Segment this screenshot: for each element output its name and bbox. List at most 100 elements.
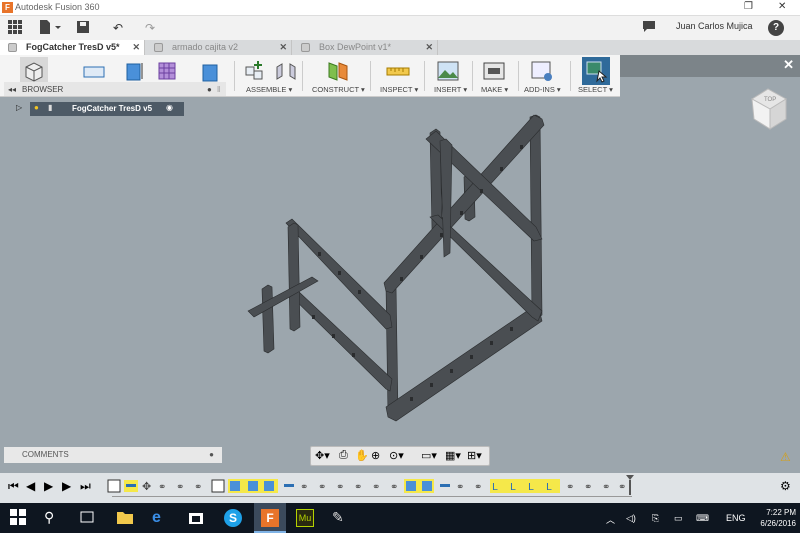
document-icon: [8, 43, 17, 52]
document-icon: [301, 43, 310, 52]
activate-component-icon[interactable]: ◉: [166, 103, 173, 112]
svg-text:L: L: [546, 482, 552, 493]
tray-overflow-icon[interactable]: ︿: [606, 513, 615, 526]
browser-panel-header[interactable]: ◂◂ BROWSER ● ‖: [4, 82, 226, 97]
pan-icon[interactable]: ✋: [355, 449, 369, 462]
comments-panel[interactable]: COMMENTS ●: [4, 447, 222, 463]
notifications-icon[interactable]: [642, 20, 656, 36]
browser-root-component[interactable]: ▷ ● ▮ FogCatcher TresD v5 ◉: [8, 102, 184, 116]
tab-armado-cajita[interactable]: armado cajita v2 ✕: [146, 40, 292, 55]
browser-label: BROWSER: [22, 85, 64, 94]
svg-text:⚭: ⚭: [584, 482, 592, 493]
svg-text:L: L: [528, 482, 534, 493]
input-language[interactable]: ENG: [726, 513, 746, 523]
tab-box-dewpoint[interactable]: Box DewPoint v1* ✕: [293, 40, 438, 55]
timeline-marker[interactable]: [626, 475, 634, 495]
browser-pin-icon[interactable]: ‖: [217, 82, 220, 97]
model-post-back-right[interactable]: [529, 114, 543, 320]
viewports-icon[interactable]: ⊞▾: [467, 449, 482, 462]
timeline-settings-gear-icon[interactable]: ⚙: [780, 479, 791, 493]
display-settings-icon[interactable]: ▭▾: [421, 449, 437, 462]
svg-text:⚭: ⚭: [158, 482, 166, 493]
volume-icon[interactable]: ◁): [626, 513, 636, 524]
save-icon[interactable]: [76, 20, 90, 36]
tab-fogcatcher[interactable]: FogCatcher TresD v5* ✕: [0, 40, 145, 55]
application-bar: ↶ ↷ Juan Carlos Mujica ?: [0, 16, 800, 40]
timeline-features[interactable]: ✥ ⚭ ⚭ ⚭ ⚭ ⚭ ⚭ ⚭ ⚭ ⚭ ⚭ ⚭ L L L L ⚭ ⚭ ⚭ ⚭: [104, 478, 634, 494]
taskbar-clock[interactable]: 7:22 PM 6/26/2016: [752, 507, 796, 529]
svg-text:⚭: ⚭: [372, 482, 380, 493]
close-panel-icon[interactable]: ✕: [783, 57, 794, 73]
add-comment-icon[interactable]: ●: [209, 447, 214, 463]
model-strut-inner[interactable]: [439, 138, 453, 258]
skype-icon[interactable]: S: [224, 509, 242, 527]
svg-text:⚭: ⚭: [336, 482, 344, 493]
model-post-far-left[interactable]: [261, 284, 275, 354]
step-back-icon[interactable]: ◀: [26, 479, 35, 493]
window-title-bar: F Autodesk Fusion 360 ❐ ✕: [0, 0, 800, 16]
grid-settings-icon[interactable]: ▦▾: [445, 449, 461, 462]
search-icon[interactable]: ⚲: [44, 509, 62, 527]
svg-text:L: L: [510, 482, 516, 493]
viewcube[interactable]: TOP: [751, 88, 787, 130]
taskbar-fusion-active[interactable]: F: [254, 503, 286, 533]
close-tab-icon[interactable]: ✕: [132, 40, 140, 55]
tab-label: FogCatcher TresD v5*: [26, 42, 120, 52]
file-explorer-icon[interactable]: [116, 509, 134, 527]
zoom-window-icon[interactable]: ⊕: [371, 449, 380, 462]
fit-icon[interactable]: ⊙▾: [389, 449, 404, 462]
model-geometry[interactable]: [247, 114, 545, 422]
redo-button[interactable]: ↷: [138, 20, 162, 36]
collapse-browser-icon[interactable]: ◂◂: [8, 82, 16, 97]
help-icon[interactable]: ?: [768, 20, 784, 36]
document-tabs: FogCatcher TresD v5* ✕ armado cajita v2 …: [0, 40, 800, 55]
store-icon[interactable]: [188, 509, 206, 527]
restore-window-button[interactable]: ❐: [744, 1, 753, 12]
component-name: FogCatcher TresD v5: [72, 104, 153, 113]
model-beam-top-front[interactable]: [383, 114, 545, 294]
go-to-start-icon[interactable]: ⏮: [8, 479, 19, 494]
edge-browser-icon[interactable]: e: [152, 509, 170, 527]
document-icon: [154, 43, 163, 52]
close-window-button[interactable]: ✕: [778, 1, 786, 12]
play-icon[interactable]: ▶: [44, 479, 53, 493]
network-icon[interactable]: ⎘: [652, 513, 659, 524]
task-view-icon[interactable]: [80, 509, 98, 527]
orbit-icon[interactable]: ✥▾: [315, 449, 330, 462]
svg-text:⚭: ⚭: [602, 482, 610, 493]
fusion-logo-icon: F: [2, 2, 13, 13]
model-beam-bottom-front[interactable]: [385, 308, 543, 422]
warning-icon[interactable]: ⚠: [780, 450, 791, 464]
svg-text:⚭: ⚭: [300, 482, 308, 493]
tab-label: armado cajita v2: [172, 42, 239, 52]
windows-start-icon[interactable]: [10, 509, 28, 527]
go-to-end-icon[interactable]: ⏭: [80, 479, 91, 494]
close-tab-icon[interactable]: ✕: [279, 40, 287, 55]
svg-text:✥: ✥: [142, 480, 151, 493]
component-icon: ▮: [48, 103, 53, 112]
undo-button[interactable]: ↶: [106, 20, 130, 36]
model-post-front-left[interactable]: [385, 282, 399, 418]
svg-text:⚭: ⚭: [176, 482, 184, 493]
look-at-icon[interactable]: ⎙: [339, 449, 348, 462]
close-tab-icon[interactable]: ✕: [425, 40, 433, 55]
paint-icon[interactable]: ✎: [332, 509, 350, 527]
svg-text:⚭: ⚭: [390, 482, 398, 493]
file-menu-icon[interactable]: [38, 20, 62, 36]
model-post-left[interactable]: [287, 222, 301, 332]
timeline: ⏮ ◀ ▶ ▶ ⏭ ✥ ⚭ ⚭ ⚭ ⚭ ⚭ ⚭ ⚭ ⚭ ⚭ ⚭ ⚭ L L L …: [0, 473, 800, 503]
comments-label: COMMENTS: [22, 450, 69, 459]
3d-canvas[interactable]: TOP: [0, 77, 800, 473]
muse-icon[interactable]: Mu: [296, 509, 314, 527]
step-forward-icon[interactable]: ▶: [62, 479, 71, 493]
keyboard-icon[interactable]: ⌨: [696, 513, 709, 524]
action-center-icon[interactable]: ▭: [674, 513, 683, 524]
user-account-menu[interactable]: Juan Carlos Mujica: [676, 21, 753, 31]
browser-options-icon[interactable]: ●: [207, 82, 212, 97]
svg-text:⚭: ⚭: [354, 482, 362, 493]
expand-arrow-icon[interactable]: ▷: [16, 103, 22, 112]
tab-label: Box DewPoint v1*: [319, 42, 392, 52]
visibility-bulb-icon[interactable]: ●: [34, 103, 39, 112]
svg-text:L: L: [492, 482, 498, 493]
data-panel-grid-icon[interactable]: [8, 20, 22, 36]
